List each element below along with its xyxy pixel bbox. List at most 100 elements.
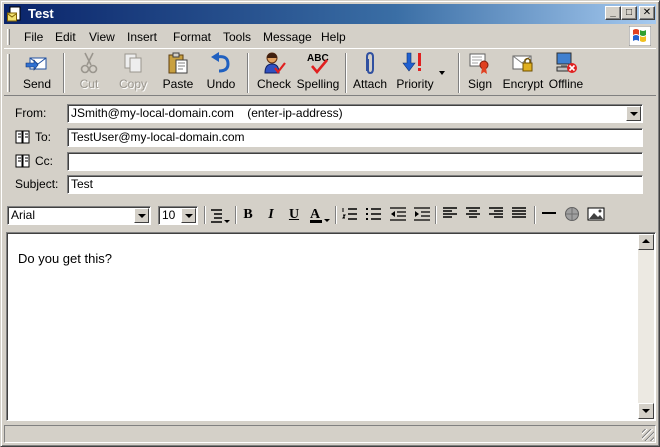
priority-dropdown-button[interactable]	[437, 51, 447, 95]
align-right-button[interactable]	[486, 206, 506, 224]
cut-button[interactable]: Cut	[70, 51, 108, 95]
svg-text:A: A	[310, 207, 321, 222]
increase-indent-button[interactable]	[412, 206, 432, 224]
attach-button[interactable]: Attach	[351, 51, 389, 95]
from-dropdown-button[interactable]	[626, 106, 641, 121]
toolbar-separator	[247, 53, 249, 93]
insert-link-button[interactable]	[562, 206, 582, 224]
encrypt-button[interactable]: Encrypt	[502, 51, 544, 95]
copy-label: Copy	[118, 77, 147, 91]
paperclip-icon	[366, 51, 374, 75]
format-separator	[534, 206, 536, 224]
cc-field[interactable]	[67, 152, 643, 171]
spelling-button[interactable]: ABC Spelling	[296, 51, 340, 95]
paragraph-style-button[interactable]	[208, 206, 232, 224]
menu-edit[interactable]: Edit	[54, 29, 77, 45]
resize-grip[interactable]	[642, 429, 654, 441]
send-label: Send	[22, 77, 52, 91]
message-body[interactable]: Do you get this?	[6, 232, 656, 421]
font-size-value: 10	[162, 208, 176, 222]
window-title: Test	[28, 6, 54, 21]
scroll-down-button[interactable]	[638, 403, 654, 419]
from-select[interactable]: JSmith@my-local-domain.com (enter-ip-add…	[67, 104, 643, 123]
priority-icon	[402, 52, 421, 72]
envelope-page-icon	[7, 6, 21, 22]
check-names-icon	[264, 52, 286, 74]
address-book-icon[interactable]	[15, 130, 31, 144]
from-label: From:	[15, 106, 47, 120]
offline-button[interactable]: Offline	[548, 51, 584, 95]
bullet-list-icon	[366, 208, 381, 220]
clipboard-icon	[168, 52, 188, 74]
menu-format[interactable]: Format	[172, 29, 212, 45]
minimize-button[interactable]: _	[605, 6, 621, 20]
horizontal-line-button[interactable]	[539, 206, 559, 224]
globe-link-icon	[565, 207, 579, 221]
numbered-list-icon	[342, 208, 357, 220]
size-dropdown-button[interactable]	[181, 208, 196, 223]
insert-picture-button[interactable]	[586, 206, 606, 224]
decrease-indent-button[interactable]	[388, 206, 408, 224]
address-book-icon[interactable]	[15, 154, 31, 168]
scissors-icon	[80, 52, 98, 74]
decrease-indent-icon	[390, 207, 406, 221]
scroll-up-button[interactable]	[638, 234, 654, 250]
subject-field[interactable]: Test	[67, 175, 643, 194]
compose-window: Test _ □ ✕ File Edit View Insert Format …	[0, 0, 660, 447]
cc-label: Cc:	[35, 154, 53, 168]
to-label: To:	[35, 130, 52, 144]
status-bar	[4, 425, 656, 443]
close-button[interactable]: ✕	[639, 6, 655, 20]
formatting-toolbar: Arial 10 B I U A	[4, 201, 656, 229]
menu-insert[interactable]: Insert	[126, 29, 158, 45]
menu-grip[interactable]	[7, 29, 10, 45]
toolbar-grip[interactable]	[7, 54, 10, 92]
main-toolbar: Send Cut Copy Paste Undo Check ABC Spell…	[4, 48, 656, 96]
copy-button[interactable]: Copy	[114, 51, 152, 95]
align-center-button[interactable]	[463, 206, 483, 224]
font-dropdown-button[interactable]	[134, 208, 149, 223]
font-color-button[interactable]: A	[307, 206, 331, 224]
to-value: TestUser@my-local-domain.com	[71, 130, 245, 144]
picture-icon	[587, 207, 605, 221]
from-value: JSmith@my-local-domain.com (enter-ip-add…	[71, 106, 343, 120]
to-field[interactable]: TestUser@my-local-domain.com	[67, 128, 643, 147]
subject-value: Test	[71, 177, 94, 191]
justify-button[interactable]	[509, 206, 529, 224]
vertical-scrollbar[interactable]	[638, 234, 654, 419]
offline-computer-icon	[556, 52, 577, 73]
body-text: Do you get this?	[18, 251, 112, 266]
title-bar[interactable]: Test _ □ ✕	[4, 4, 656, 24]
undo-button[interactable]: Undo	[204, 51, 238, 95]
align-right-icon	[489, 207, 503, 218]
underline-button[interactable]: U	[284, 206, 304, 224]
sign-button[interactable]: Sign	[464, 51, 496, 95]
menu-help[interactable]: Help	[320, 29, 347, 45]
font-size-select[interactable]: 10	[158, 206, 198, 225]
menu-file[interactable]: File	[23, 29, 44, 45]
send-button[interactable]: Send	[18, 51, 56, 95]
check-names-button[interactable]: Check	[256, 51, 292, 95]
format-separator	[235, 206, 237, 224]
bullet-list-button[interactable]	[364, 206, 384, 224]
spelling-abc-icon: ABC	[307, 53, 329, 75]
increase-indent-icon	[414, 207, 430, 221]
encrypt-label: Encrypt	[502, 77, 544, 91]
numbered-list-button[interactable]	[340, 206, 360, 224]
paragraph-style-icon	[211, 209, 230, 223]
windows-logo-icon	[629, 26, 651, 46]
menu-view[interactable]: View	[88, 29, 116, 45]
menu-tools[interactable]: Tools	[222, 29, 252, 45]
toolbar-separator	[63, 53, 65, 93]
italic-button[interactable]: I	[261, 206, 281, 224]
priority-button[interactable]: Priority	[393, 51, 437, 95]
align-left-button[interactable]	[440, 206, 460, 224]
menu-bar: File Edit View Insert Format Tools Messa…	[4, 26, 656, 47]
paste-button[interactable]: Paste	[158, 51, 198, 95]
bold-button[interactable]: B	[238, 206, 258, 224]
font-name-select[interactable]: Arial	[7, 206, 151, 225]
menu-message[interactable]: Message	[262, 29, 313, 45]
maximize-button[interactable]: □	[621, 6, 637, 20]
chevron-down-icon	[439, 71, 445, 75]
sign-certificate-icon	[469, 53, 489, 74]
